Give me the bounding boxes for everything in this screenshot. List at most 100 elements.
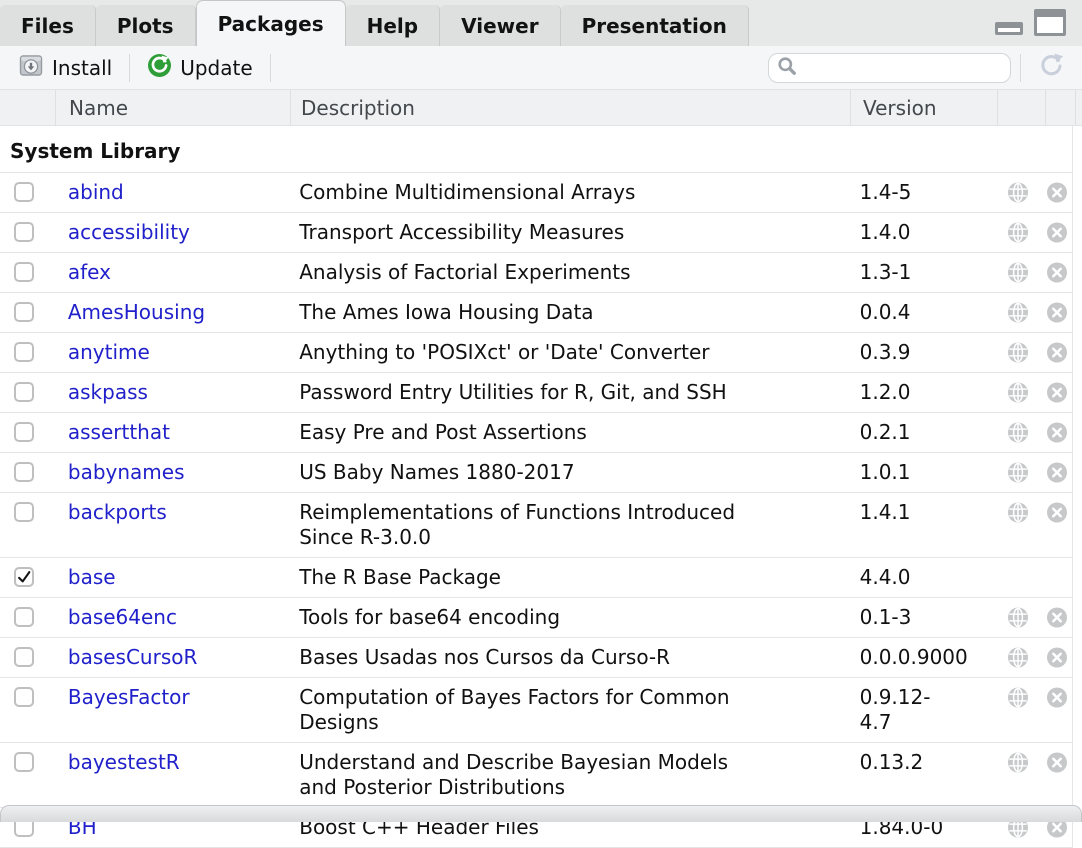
remove-package-icon[interactable]: [1047, 422, 1067, 442]
package-checkbox[interactable]: [14, 462, 34, 482]
toolbar-separator: [1020, 54, 1021, 82]
package-name-link[interactable]: anytime: [68, 340, 150, 364]
package-checkbox[interactable]: [14, 382, 34, 402]
package-name-link[interactable]: base: [68, 565, 116, 589]
package-name-link[interactable]: askpass: [68, 380, 148, 404]
homepage-cell: [994, 685, 1042, 707]
browse-package-homepage-icon[interactable]: [1008, 752, 1028, 772]
tab-files[interactable]: Files: [0, 5, 96, 46]
remove-package-icon[interactable]: [1047, 182, 1067, 202]
package-name-link[interactable]: accessibility: [68, 220, 190, 244]
search-input[interactable]: [803, 56, 1002, 79]
install-button[interactable]: Install: [10, 48, 120, 87]
package-checkbox[interactable]: [14, 222, 34, 242]
checkbox-cell: [0, 565, 55, 587]
package-checkbox[interactable]: [14, 752, 34, 772]
remove-package-icon[interactable]: [1047, 502, 1067, 522]
package-name-link[interactable]: AmesHousing: [68, 300, 205, 324]
package-name-link[interactable]: assertthat: [68, 420, 170, 444]
tab-packages[interactable]: Packages: [196, 0, 346, 46]
library-group-header: System Library: [0, 126, 1072, 173]
tab-label: Files: [21, 14, 74, 38]
browse-package-homepage-icon[interactable]: [1008, 502, 1028, 522]
package-name-cell: accessibility: [55, 220, 289, 245]
package-row: base64encTools for base64 encoding0.1-3: [0, 598, 1072, 638]
checkbox-cell: [0, 605, 55, 627]
checkbox-cell: [0, 500, 55, 522]
remove-package-icon[interactable]: [1047, 342, 1067, 362]
tab-viewer[interactable]: Viewer: [440, 5, 560, 46]
package-row: BayesFactorComputation of Bayes Factors …: [0, 678, 1072, 743]
browse-package-homepage-icon[interactable]: [1008, 687, 1028, 707]
package-name-link[interactable]: afex: [68, 260, 111, 284]
package-checkbox[interactable]: [14, 302, 34, 322]
package-row: AmesHousingThe Ames Iowa Housing Data0.0…: [0, 293, 1072, 333]
checkbox-cell: [0, 685, 55, 707]
package-checkbox[interactable]: [14, 422, 34, 442]
package-checkbox[interactable]: [14, 687, 34, 707]
package-description: The Ames Iowa Housing Data: [289, 300, 847, 325]
browse-package-homepage-icon[interactable]: [1008, 382, 1028, 402]
browse-package-homepage-icon[interactable]: [1008, 342, 1028, 362]
browse-package-homepage-icon[interactable]: [1008, 647, 1028, 667]
remove-package-icon[interactable]: [1047, 607, 1067, 627]
package-name-link[interactable]: bayestestR: [68, 750, 180, 774]
package-row: abindCombine Multidimensional Arrays1.4-…: [0, 173, 1072, 213]
package-description: Easy Pre and Post Assertions: [289, 420, 847, 445]
remove-cell: [1042, 180, 1072, 202]
package-checkbox-checked[interactable]: [14, 567, 34, 587]
update-button[interactable]: Update: [139, 49, 260, 87]
next-pane-top-edge: [0, 805, 1082, 822]
remove-package-icon[interactable]: [1047, 752, 1067, 772]
remove-package-icon[interactable]: [1047, 382, 1067, 402]
package-row: basesCursoRBases Usadas nos Cursos da Cu…: [0, 638, 1072, 678]
package-name-link[interactable]: abind: [68, 180, 124, 204]
package-checkbox[interactable]: [14, 647, 34, 667]
package-description: The R Base Package: [289, 565, 847, 590]
browse-package-homepage-icon[interactable]: [1008, 222, 1028, 242]
package-checkbox[interactable]: [14, 607, 34, 627]
package-checkbox[interactable]: [14, 262, 34, 282]
remove-package-icon[interactable]: [1047, 687, 1067, 707]
remove-package-icon[interactable]: [1047, 302, 1067, 322]
browse-package-homepage-icon[interactable]: [1008, 262, 1028, 282]
package-name-link[interactable]: babynames: [68, 460, 185, 484]
browse-package-homepage-icon[interactable]: [1008, 462, 1028, 482]
package-name-link[interactable]: BayesFactor: [68, 685, 190, 709]
tab-help[interactable]: Help: [346, 5, 440, 46]
package-version: 4.4.0: [848, 565, 995, 590]
package-row: backportsReimplementations of Functions …: [0, 493, 1072, 558]
remove-cell: [1042, 300, 1072, 322]
package-checkbox[interactable]: [14, 182, 34, 202]
remove-package-icon[interactable]: [1047, 647, 1067, 667]
package-row: afexAnalysis of Factorial Experiments1.3…: [0, 253, 1072, 293]
browse-package-homepage-icon[interactable]: [1008, 182, 1028, 202]
search-icon: [777, 56, 797, 80]
column-header-description: Description: [290, 90, 850, 125]
minimize-pane-icon[interactable]: [995, 22, 1023, 35]
remove-package-icon[interactable]: [1047, 222, 1067, 242]
package-name-cell: BayesFactor: [55, 685, 289, 710]
package-name-cell: babynames: [55, 460, 289, 485]
refresh-button[interactable]: [1030, 49, 1072, 86]
package-row: accessibilityTransport Accessibility Mea…: [0, 213, 1072, 253]
package-row: bayestestRUnderstand and Describe Bayesi…: [0, 743, 1072, 808]
package-checkbox[interactable]: [14, 342, 34, 362]
browse-package-homepage-icon[interactable]: [1008, 302, 1028, 322]
search-box[interactable]: [768, 53, 1011, 83]
maximize-pane-icon[interactable]: [1034, 9, 1066, 36]
package-name-link[interactable]: base64enc: [68, 605, 177, 629]
package-version: 0.2.1: [848, 420, 995, 445]
browse-package-homepage-icon[interactable]: [1008, 607, 1028, 627]
package-name-link[interactable]: backports: [68, 500, 167, 524]
checkbox-cell: [0, 380, 55, 402]
package-name-link[interactable]: basesCursoR: [68, 645, 198, 669]
tab-presentation[interactable]: Presentation: [561, 5, 749, 46]
browse-package-homepage-icon[interactable]: [1008, 422, 1028, 442]
remove-package-icon[interactable]: [1047, 262, 1067, 282]
checkbox-cell: [0, 645, 55, 667]
package-checkbox[interactable]: [14, 502, 34, 522]
column-header-version: Version: [850, 90, 997, 125]
tab-plots[interactable]: Plots: [96, 5, 196, 46]
remove-package-icon[interactable]: [1047, 462, 1067, 482]
